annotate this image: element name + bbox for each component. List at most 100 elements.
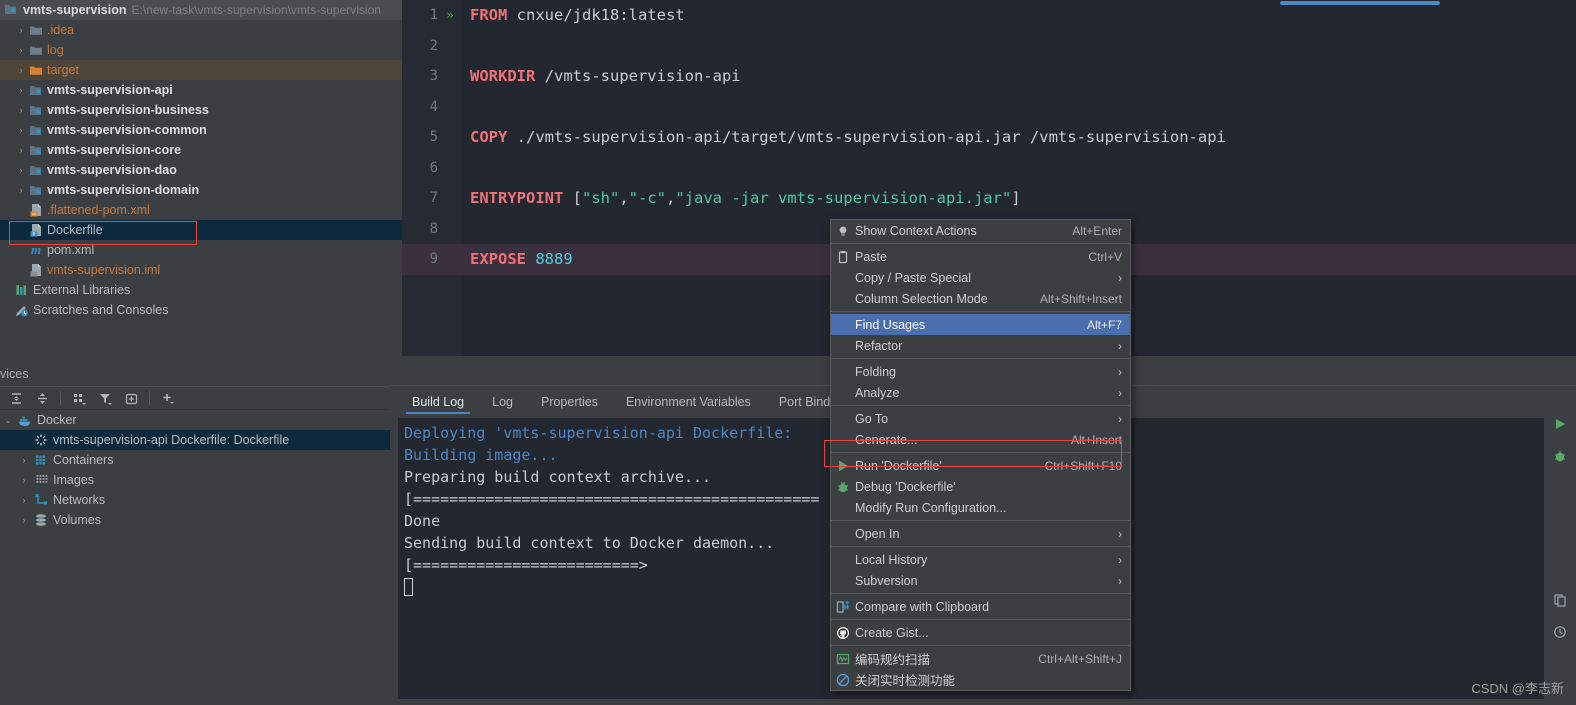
code-text: ENTRYPOINT ["sh","-c","java -jar vmts-su… <box>462 189 1021 207</box>
project-tree-item-label: .flattened-pom.xml <box>47 203 150 217</box>
context-menu-item[interactable]: Folding › <box>831 361 1130 382</box>
chevron-icon[interactable]: ⌄ <box>0 415 16 426</box>
project-root-header[interactable]: vmts-supervision E:\new-task\vmts-superv… <box>0 0 402 20</box>
chevron-icon[interactable]: › <box>16 475 32 485</box>
services-tool-window: vices ⌄ Docker vmts-supervision-api Dock… <box>0 362 390 705</box>
context-menu-item[interactable]: Generate... Alt+Insert <box>831 429 1130 450</box>
context-menu-item[interactable]: Show Context Actions Alt+Enter <box>831 220 1130 241</box>
code-line[interactable]: 1» FROM cnxue/jdk18:latest <box>402 0 1576 31</box>
toolbar-divider <box>60 391 61 405</box>
project-tree-item[interactable]: › vmts-supervision-core <box>0 140 402 160</box>
project-tree-item[interactable]: › vmts-supervision-api <box>0 80 402 100</box>
expand-all-icon[interactable] <box>4 388 28 408</box>
chevron-right-icon[interactable]: › <box>14 45 28 55</box>
services-tree-item[interactable]: ⌄ Docker <box>0 410 390 430</box>
project-tree-item[interactable]: External Libraries <box>0 280 402 300</box>
build-log-tab[interactable]: Properties <box>527 395 612 414</box>
project-tree-item[interactable]: › vmts-supervision-dao <box>0 160 402 180</box>
context-menu-item[interactable]: Copy / Paste Special › <box>831 267 1130 288</box>
context-menu-item-label: Find Usages <box>855 317 926 332</box>
chevron-right-icon[interactable]: › <box>14 145 28 155</box>
build-log-tab[interactable]: Log <box>478 395 527 414</box>
context-menu-item[interactable]: Find Usages Alt+F7 <box>831 314 1130 335</box>
debug-bug-icon[interactable] <box>1550 446 1570 466</box>
chevron-right-icon[interactable]: › <box>14 85 28 95</box>
chevron-icon[interactable]: › <box>16 495 32 505</box>
chevron-icon[interactable]: › <box>16 455 32 465</box>
code-line[interactable]: 5 COPY ./vmts-supervision-api/target/vmts… <box>402 122 1576 153</box>
project-tree-item[interactable]: › vmts-supervision-domain <box>0 180 402 200</box>
context-menu-item[interactable]: Analyze › <box>831 382 1130 403</box>
chevron-right-icon[interactable]: › <box>14 185 28 195</box>
services-tree-item[interactable]: › Containers <box>0 450 390 470</box>
chevron-right-icon[interactable]: › <box>14 165 28 175</box>
project-tree-item[interactable]: Scratches and Consoles <box>0 300 402 320</box>
project-tree-item[interactable]: vmts-supervision.iml <box>0 260 402 280</box>
history-icon[interactable] <box>1550 622 1570 642</box>
services-tree-item[interactable]: › Networks <box>0 490 390 510</box>
context-menu-item[interactable]: Column Selection Mode Alt+Shift+Insert <box>831 288 1130 309</box>
context-menu-item[interactable]: 编码规约扫描 Ctrl+Alt+Shift+J <box>831 648 1130 669</box>
services-toolbar[interactable] <box>0 386 390 410</box>
build-log-tab[interactable]: Environment Variables <box>612 395 765 414</box>
project-tree-item[interactable]: › vmts-supervision-common <box>0 120 402 140</box>
console-line-text: Preparing build context archive... <box>404 468 712 486</box>
project-tree-item[interactable]: › log <box>0 40 402 60</box>
project-tree-item[interactable]: <> .flattened-pom.xml <box>0 200 402 220</box>
project-tree-item[interactable]: D Dockerfile <box>0 220 402 240</box>
chevron-right-icon[interactable]: › <box>14 105 28 115</box>
project-tree-item[interactable]: › vmts-supervision-business <box>0 100 402 120</box>
group-by-icon[interactable] <box>67 388 91 408</box>
collapse-all-icon[interactable] <box>30 388 54 408</box>
project-tree-item[interactable]: m pom.xml <box>0 240 402 260</box>
context-menu-item[interactable]: 关闭实时检测功能 <box>831 669 1130 690</box>
code-line[interactable]: 7 ENTRYPOINT ["sh","-c","java -jar vmts-s… <box>402 183 1576 214</box>
context-menu-item[interactable]: Open In › <box>831 523 1130 544</box>
code-line[interactable]: 6 <box>402 153 1576 184</box>
services-tree-item[interactable]: › Images <box>0 470 390 490</box>
module-icon <box>28 123 44 137</box>
run-green-arrow-icon <box>831 459 855 473</box>
console-line-text: [=======================================… <box>404 490 820 508</box>
context-menu-item[interactable]: Debug 'Dockerfile' <box>831 476 1130 497</box>
chevron-right-icon: › <box>1118 411 1122 426</box>
chevron-icon[interactable]: › <box>16 515 32 525</box>
code-line[interactable]: 4 <box>402 92 1576 123</box>
console-line-text: [=========================> <box>404 556 648 574</box>
services-tree-item[interactable]: › Volumes <box>0 510 390 530</box>
copy-icon[interactable] <box>1550 590 1570 610</box>
toolbar-divider <box>149 391 150 405</box>
project-tree-item[interactable]: › .idea <box>0 20 402 40</box>
code-token: FROM <box>470 6 508 25</box>
project-tree-item[interactable]: › target <box>0 60 402 80</box>
code-line[interactable]: 2 <box>402 31 1576 62</box>
context-menu-item[interactable]: Local History › <box>831 549 1130 570</box>
console-line-text: Building image... <box>404 446 558 464</box>
add-service-icon[interactable] <box>156 388 180 408</box>
context-menu-item[interactable]: Run 'Dockerfile' Ctrl+Shift+F10 <box>831 455 1130 476</box>
filter-icon[interactable] <box>93 388 117 408</box>
build-log-side-actions[interactable] <box>1544 408 1576 699</box>
gutter-run-icon[interactable]: » <box>438 8 462 22</box>
chevron-right-icon[interactable]: › <box>14 125 28 135</box>
context-menu-item[interactable]: Subversion › <box>831 570 1130 591</box>
context-menu-item-label: Folding <box>855 364 896 379</box>
context-menu-item[interactable]: Refactor › <box>831 335 1130 356</box>
context-menu-item[interactable]: Modify Run Configuration... <box>831 497 1130 518</box>
rerun-green-arrow-icon[interactable] <box>1550 414 1570 434</box>
add-frame-icon[interactable] <box>119 388 143 408</box>
context-menu-item[interactable]: Paste Ctrl+V <box>831 246 1130 267</box>
context-menu-item[interactable]: Go To › <box>831 408 1130 429</box>
editor-context-menu[interactable]: Show Context Actions Alt+Enter Paste Ctrl+V… <box>830 219 1131 691</box>
chevron-right-icon[interactable]: › <box>14 25 28 35</box>
context-menu-item[interactable]: Compare with Clipboard <box>831 596 1130 617</box>
build-log-tab[interactable]: Build Log <box>398 395 478 414</box>
project-tree-item-label: vmts-supervision-business <box>47 103 209 117</box>
services-tree-item[interactable]: vmts-supervision-api Dockerfile: Dockerf… <box>0 430 390 450</box>
code-token: "sh" <box>582 189 620 208</box>
context-menu-item[interactable]: Create Gist... <box>831 622 1130 643</box>
menu-separator <box>831 405 1130 406</box>
chevron-right-icon[interactable]: › <box>14 65 28 75</box>
code-line[interactable]: 3 WORKDIR /vmts-supervision-api <box>402 61 1576 92</box>
